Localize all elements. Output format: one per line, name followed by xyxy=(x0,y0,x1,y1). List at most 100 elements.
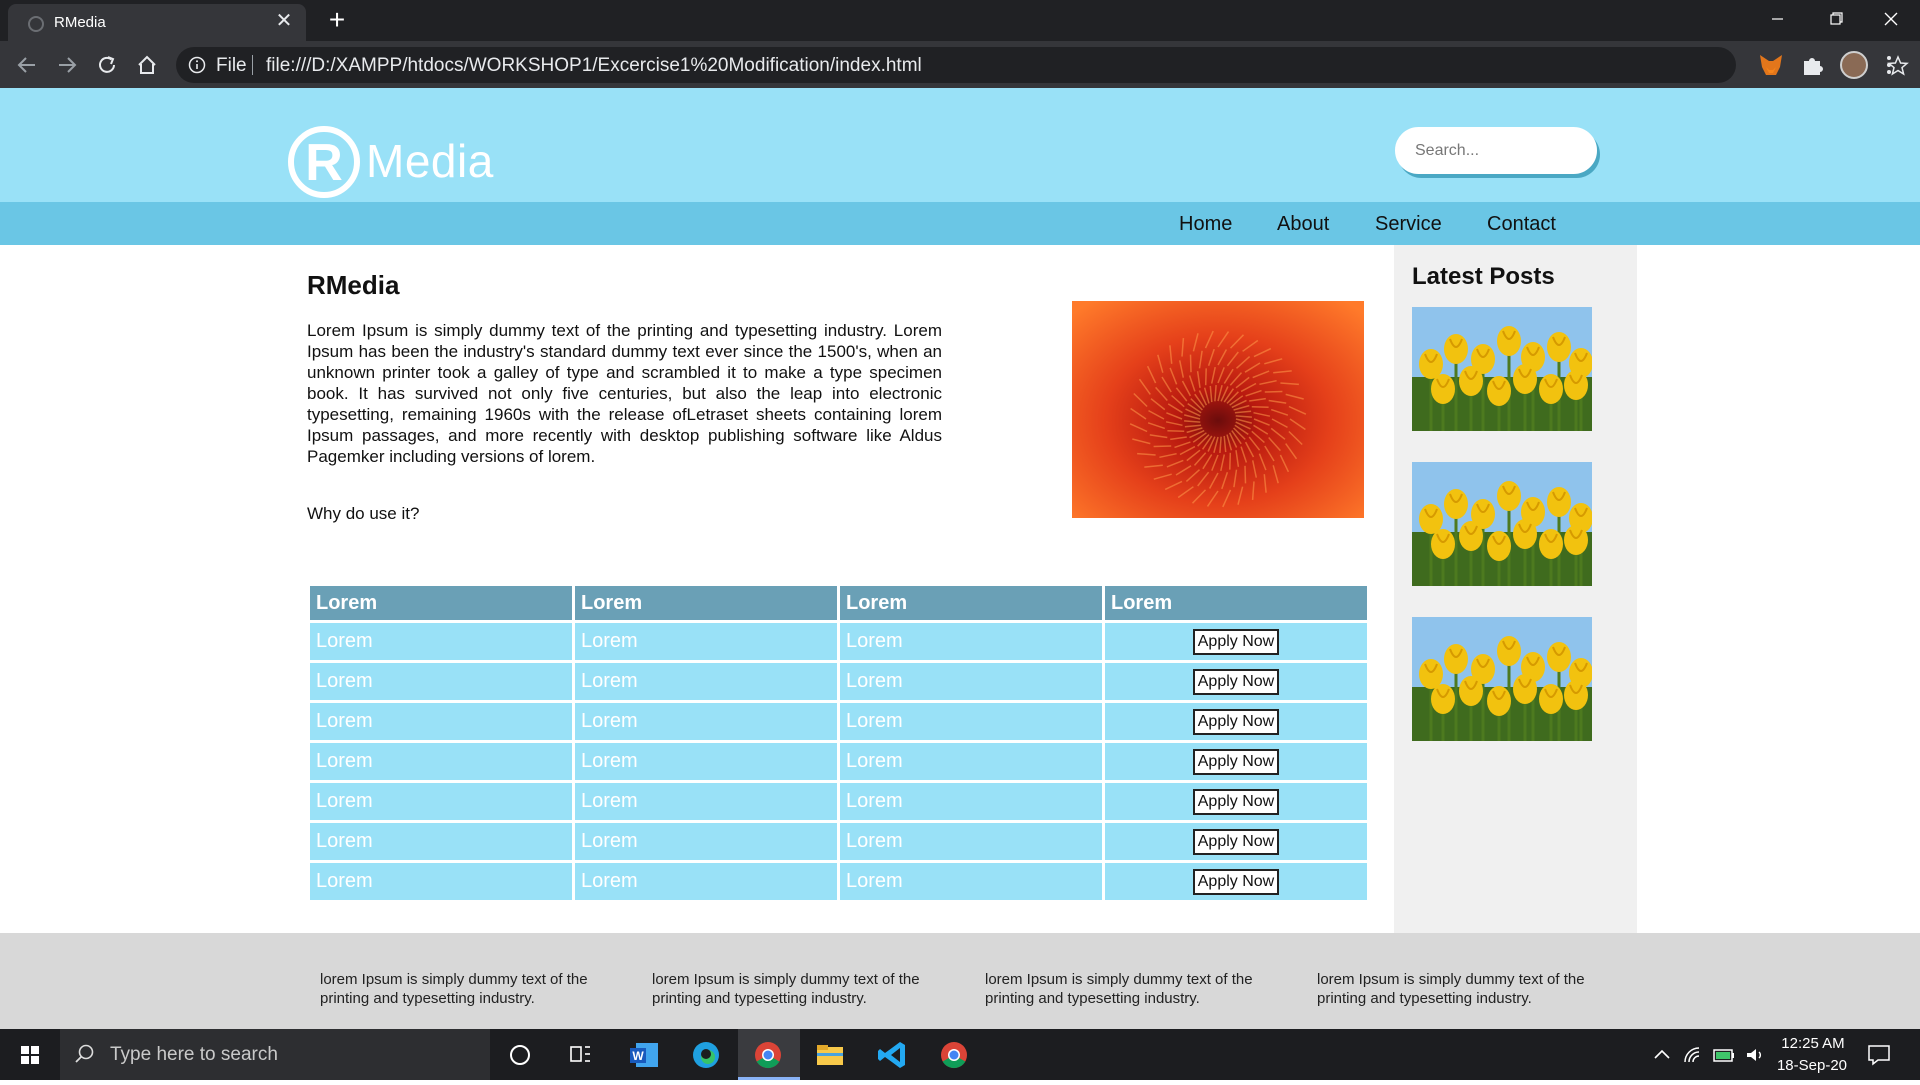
table-header-cell: Lorem xyxy=(1105,586,1367,620)
table-row: Lorem Lorem Lorem Apply Now xyxy=(310,663,1367,700)
table-row: Lorem Lorem Lorem Apply Now xyxy=(310,623,1367,660)
windows-taskbar: Type here to search W 12:25 AM 18-Sep-20 xyxy=(0,1029,1920,1080)
home-button[interactable] xyxy=(133,51,161,79)
footer-text: lorem Ipsum is simply dummy text of the … xyxy=(320,971,588,1007)
info-icon[interactable] xyxy=(188,56,206,74)
table-action-cell: Apply Now xyxy=(1105,663,1367,700)
table-cell: Lorem xyxy=(575,783,837,820)
post-thumbnail-3[interactable] xyxy=(1412,617,1592,741)
sidebar: Latest Posts xyxy=(1394,245,1637,935)
apply-now-button[interactable]: Apply Now xyxy=(1192,668,1280,695)
restore-button[interactable] xyxy=(1806,0,1864,41)
nav-home[interactable]: Home xyxy=(1179,213,1232,236)
data-table: Lorem Lorem Lorem Lorem Lorem Lorem Lorem A… xyxy=(307,583,1370,903)
apply-now-button[interactable]: Apply Now xyxy=(1192,708,1280,735)
table-row: Lorem Lorem Lorem Apply Now xyxy=(310,863,1367,900)
battery-icon[interactable] xyxy=(1712,1046,1736,1064)
clock-time[interactable]: 12:25 AM xyxy=(1778,1035,1848,1052)
clock-date[interactable]: 18-Sep-20 xyxy=(1772,1057,1852,1074)
search-input[interactable] xyxy=(1395,127,1597,174)
table-cell: Lorem xyxy=(575,623,837,660)
svg-text:W: W xyxy=(632,1049,644,1063)
notification-center-icon[interactable] xyxy=(1866,1042,1892,1068)
table-row: Lorem Lorem Lorem Apply Now xyxy=(310,783,1367,820)
main-navbar: Home About Service Contact xyxy=(0,202,1920,245)
cortana-icon[interactable] xyxy=(502,1037,538,1073)
chevron-up-icon[interactable] xyxy=(1652,1045,1672,1065)
url-omnibox[interactable]: File file:///D:/XAMPP/htdocs/WORKSHOP1/E… xyxy=(176,47,1909,83)
apply-now-button[interactable]: Apply Now xyxy=(1192,828,1280,855)
table-header-row: Lorem Lorem Lorem Lorem xyxy=(310,586,1367,620)
close-tab-icon[interactable]: ✕ xyxy=(272,9,296,33)
minimize-button[interactable] xyxy=(1748,0,1806,41)
address-bar-area: File file:///D:/XAMPP/htdocs/WORKSHOP1/E… xyxy=(0,41,1920,88)
sidebar-title: Latest Posts xyxy=(1412,263,1555,290)
taskbar-search-box[interactable]: Type here to search xyxy=(60,1029,490,1080)
back-arrow-icon xyxy=(17,57,35,73)
chrome-second-icon[interactable] xyxy=(936,1037,972,1073)
footer-text: lorem Ipsum is simply dummy text of the … xyxy=(985,971,1253,1007)
table-cell: Lorem xyxy=(575,863,837,900)
network-icon[interactable] xyxy=(1682,1045,1704,1065)
nav-about[interactable]: About xyxy=(1277,213,1329,236)
post-thumbnail-1[interactable] xyxy=(1412,307,1592,431)
main-title: RMedia xyxy=(307,270,400,300)
table-cell: Lorem xyxy=(840,823,1102,860)
table-cell: Lorem xyxy=(575,703,837,740)
site-logo[interactable]: R Media xyxy=(284,126,504,198)
file-label: File xyxy=(216,55,247,76)
post-thumbnail-2[interactable] xyxy=(1412,462,1592,586)
metamask-fox-icon[interactable] xyxy=(1758,53,1784,77)
table-cell: Lorem xyxy=(310,743,572,780)
reload-button[interactable] xyxy=(93,51,121,79)
svg-text:R: R xyxy=(305,134,343,192)
extensions-puzzle-icon[interactable] xyxy=(1800,53,1824,77)
menu-kebab-icon[interactable] xyxy=(1884,53,1894,77)
apply-now-button[interactable]: Apply Now xyxy=(1192,748,1280,775)
edge-browser-icon[interactable] xyxy=(688,1037,724,1073)
apply-now-button[interactable]: Apply Now xyxy=(1192,788,1280,815)
nav-contact[interactable]: Contact xyxy=(1487,213,1556,236)
table-cell: Lorem xyxy=(840,663,1102,700)
table-cell: Lorem xyxy=(840,863,1102,900)
web-page: R Media Home About Service Contact RMedi… xyxy=(0,88,1920,1029)
apply-now-button[interactable]: Apply Now xyxy=(1192,868,1280,895)
close-icon xyxy=(1884,12,1898,26)
vscode-icon[interactable] xyxy=(874,1037,910,1073)
forward-button[interactable] xyxy=(53,51,81,79)
file-explorer-icon[interactable] xyxy=(812,1037,848,1073)
back-button[interactable] xyxy=(13,51,41,79)
profile-avatar[interactable] xyxy=(1840,51,1868,79)
word-app-icon[interactable]: W xyxy=(626,1037,662,1073)
table-action-cell: Apply Now xyxy=(1105,783,1367,820)
logo-text: Media xyxy=(366,135,494,187)
volume-icon[interactable] xyxy=(1744,1045,1766,1065)
table-row: Lorem Lorem Lorem Apply Now xyxy=(310,743,1367,780)
footer-text: lorem Ipsum is simply dummy text of the … xyxy=(652,971,920,1007)
table-row: Lorem Lorem Lorem Apply Now xyxy=(310,703,1367,740)
table-action-cell: Apply Now xyxy=(1105,623,1367,660)
new-tab-button[interactable]: + xyxy=(322,6,352,36)
table-header-cell: Lorem xyxy=(575,586,837,620)
url-text[interactable]: file:///D:/XAMPP/htdocs/WORKSHOP1/Excerc… xyxy=(266,55,922,77)
browser-tab[interactable]: RMedia ✕ xyxy=(8,4,306,41)
task-view-icon[interactable] xyxy=(562,1037,598,1073)
why-heading: Why do use it? xyxy=(307,504,420,523)
table-cell: Lorem xyxy=(575,823,837,860)
chrome-icon[interactable] xyxy=(750,1037,786,1073)
table-action-cell: Apply Now xyxy=(1105,863,1367,900)
table-cell: Lorem xyxy=(575,663,837,700)
table-cell: Lorem xyxy=(840,703,1102,740)
table-cell: Lorem xyxy=(310,783,572,820)
close-window-button[interactable] xyxy=(1862,0,1920,41)
nav-service[interactable]: Service xyxy=(1375,213,1442,236)
browser-tab-bar: RMedia ✕ + xyxy=(0,0,1920,41)
table-cell: Lorem xyxy=(310,663,572,700)
site-header: R Media xyxy=(0,88,1920,202)
table-cell: Lorem xyxy=(840,783,1102,820)
start-button[interactable] xyxy=(0,1029,60,1080)
table-cell: Lorem xyxy=(840,743,1102,780)
main-paragraph: Lorem Ipsum is simply dummy text of the … xyxy=(307,321,942,466)
apply-now-button[interactable]: Apply Now xyxy=(1192,628,1280,655)
url-separator xyxy=(252,55,253,75)
